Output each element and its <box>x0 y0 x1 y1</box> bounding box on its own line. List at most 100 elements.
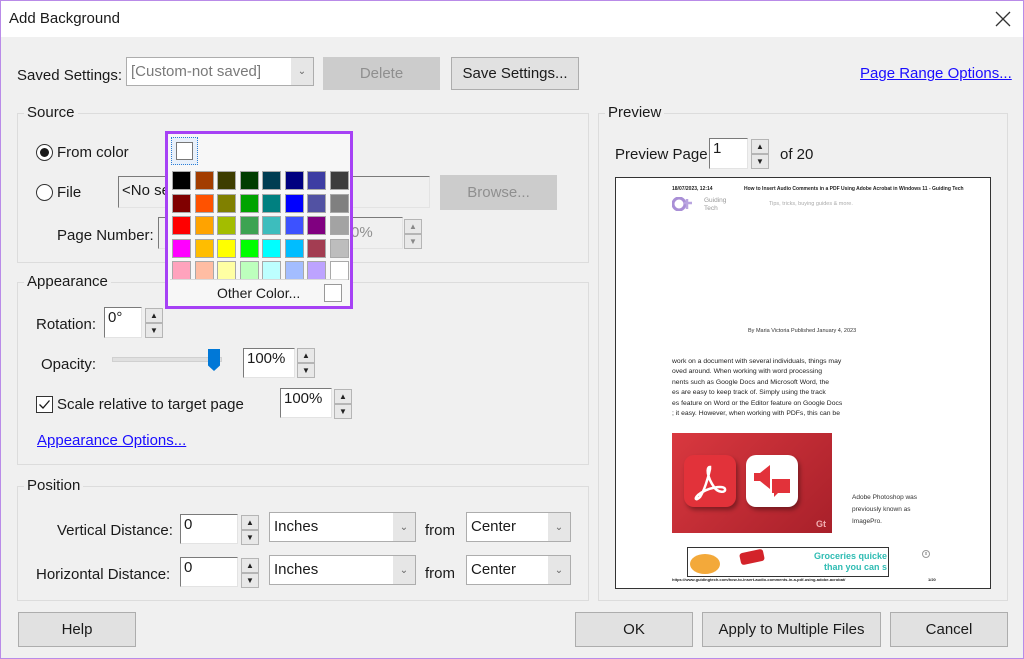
stepper-down-icon[interactable]: ▼ <box>241 530 259 545</box>
source-scale-value: 0% <box>351 224 373 241</box>
browse-button[interactable]: Browse... <box>440 175 557 210</box>
color-swatch[interactable] <box>329 261 349 280</box>
horizontal-distance-label: Horizontal Distance: <box>36 566 171 583</box>
other-color-button[interactable]: Other Color... <box>170 279 348 303</box>
apply-to-multiple-files-button[interactable]: Apply to Multiple Files <box>702 612 881 647</box>
color-swatch[interactable] <box>262 193 281 213</box>
scale-relative-label: Scale relative to target page <box>57 396 244 413</box>
save-settings-button[interactable]: Save Settings... <box>451 57 579 90</box>
current-color-button[interactable] <box>171 137 198 165</box>
color-swatch[interactable] <box>239 238 259 258</box>
rotation-field[interactable]: 0° <box>104 307 142 338</box>
horizontal-distance-field[interactable]: 0 <box>180 557 238 587</box>
stepper-up-icon[interactable]: ▲ <box>241 558 259 573</box>
color-swatch[interactable] <box>262 171 281 190</box>
opacity-slider-track[interactable] <box>112 357 222 362</box>
color-swatch[interactable] <box>329 216 349 235</box>
stepper-down-icon[interactable]: ▼ <box>404 234 422 249</box>
stepper-up-icon[interactable]: ▲ <box>145 308 163 323</box>
color-swatch[interactable] <box>194 238 214 258</box>
delete-button[interactable]: Delete <box>323 57 440 90</box>
stepper-up-icon[interactable]: ▲ <box>297 348 315 363</box>
ad-text-1: Groceries quicke <box>814 551 888 561</box>
color-swatch[interactable] <box>172 193 191 213</box>
color-swatch[interactable] <box>284 216 304 235</box>
color-swatch[interactable] <box>284 261 304 280</box>
vertical-distance-field[interactable]: 0 <box>180 514 238 544</box>
color-swatch[interactable] <box>262 238 281 258</box>
stepper-down-icon[interactable]: ▼ <box>334 404 352 419</box>
guiding-tech-logo-icon <box>671 196 698 212</box>
color-swatch[interactable] <box>262 216 281 235</box>
audio-comment-icon <box>746 455 798 507</box>
vertical-distance-label: Vertical Distance: <box>57 522 173 539</box>
color-swatch[interactable] <box>329 193 349 213</box>
preview-footer-page: 1/20 <box>928 577 936 582</box>
color-swatch[interactable] <box>307 261 326 280</box>
preview-doc-date: 18/07/2023, 12:14 <box>672 186 713 192</box>
color-swatch[interactable] <box>284 193 304 213</box>
stepper-up-icon[interactable]: ▲ <box>334 389 352 404</box>
color-swatch[interactable] <box>307 216 326 235</box>
preview-side-note-line: Adobe Photoshop was <box>852 494 918 501</box>
ok-button[interactable]: OK <box>575 612 693 647</box>
stepper-up-icon[interactable]: ▲ <box>241 515 259 530</box>
stepper-up-icon[interactable]: ▲ <box>404 219 422 234</box>
saved-settings-dropdown[interactable]: [Custom-not saved] ⌄ <box>126 57 314 86</box>
vertical-unit-value: Inches <box>274 518 319 535</box>
preview-byline: By Maria Victoria Published January 4, 2… <box>748 328 857 334</box>
page-range-options-link[interactable]: Page Range Options... <box>860 65 1012 82</box>
color-swatch[interactable] <box>172 216 191 235</box>
color-swatch[interactable] <box>194 171 214 190</box>
appearance-options-link[interactable]: Appearance Options... <box>37 432 186 449</box>
color-swatch[interactable] <box>217 216 236 235</box>
color-swatch[interactable] <box>307 193 326 213</box>
color-swatch[interactable] <box>329 238 349 258</box>
color-swatch[interactable] <box>239 193 259 213</box>
horizontal-from-dropdown[interactable]: Center ⌄ <box>466 555 571 585</box>
stepper-down-icon[interactable]: ▼ <box>241 573 259 588</box>
color-swatch[interactable] <box>217 261 236 280</box>
from-color-radio[interactable] <box>36 144 53 161</box>
color-swatch[interactable] <box>172 261 191 280</box>
opacity-field[interactable]: 100% <box>243 348 295 378</box>
color-swatch[interactable] <box>172 171 191 190</box>
color-swatch[interactable] <box>284 238 304 258</box>
horizontal-unit-dropdown[interactable]: Inches ⌄ <box>269 555 416 585</box>
vertical-from-dropdown[interactable]: Center ⌄ <box>466 512 571 542</box>
stepper-up-icon[interactable]: ▲ <box>751 139 769 154</box>
scale-relative-checkbox[interactable] <box>36 396 53 413</box>
preview-side-note-line: ImagePro. <box>852 518 882 525</box>
help-button[interactable]: Help <box>18 612 136 647</box>
page-number-label: Page Number: <box>57 227 154 244</box>
color-swatch[interactable] <box>239 171 259 190</box>
color-swatch[interactable] <box>217 238 236 258</box>
color-swatch[interactable] <box>194 261 214 280</box>
gt-watermark-icon: Gt <box>816 519 826 529</box>
from-color-label: From color <box>57 144 129 161</box>
chevron-down-icon: ⌄ <box>548 556 570 584</box>
scale-field[interactable]: 100% <box>280 388 332 418</box>
vertical-from-label: from <box>425 522 455 539</box>
color-swatch[interactable] <box>239 261 259 280</box>
cancel-button[interactable]: Cancel <box>890 612 1008 647</box>
color-swatch[interactable] <box>262 261 281 280</box>
color-swatch[interactable] <box>239 216 259 235</box>
color-swatch[interactable] <box>217 193 236 213</box>
color-swatch[interactable] <box>194 216 214 235</box>
stepper-down-icon[interactable]: ▼ <box>297 363 315 378</box>
color-swatch[interactable] <box>217 171 236 190</box>
stepper-down-icon[interactable]: ▼ <box>751 154 769 169</box>
color-swatch[interactable] <box>307 238 326 258</box>
file-radio[interactable] <box>36 184 53 201</box>
stepper-down-icon[interactable]: ▼ <box>145 323 163 338</box>
color-swatch[interactable] <box>172 238 191 258</box>
color-swatch[interactable] <box>329 171 349 190</box>
color-swatch[interactable] <box>307 171 326 190</box>
color-swatch[interactable] <box>194 193 214 213</box>
vertical-unit-dropdown[interactable]: Inches ⌄ <box>269 512 416 542</box>
preview-page-field[interactable]: 1 <box>709 138 748 169</box>
preview-thumbnail: 18/07/2023, 12:14 How to Insert Audio Co… <box>615 177 991 589</box>
close-button[interactable] <box>991 7 1015 31</box>
color-swatch[interactable] <box>284 171 304 190</box>
